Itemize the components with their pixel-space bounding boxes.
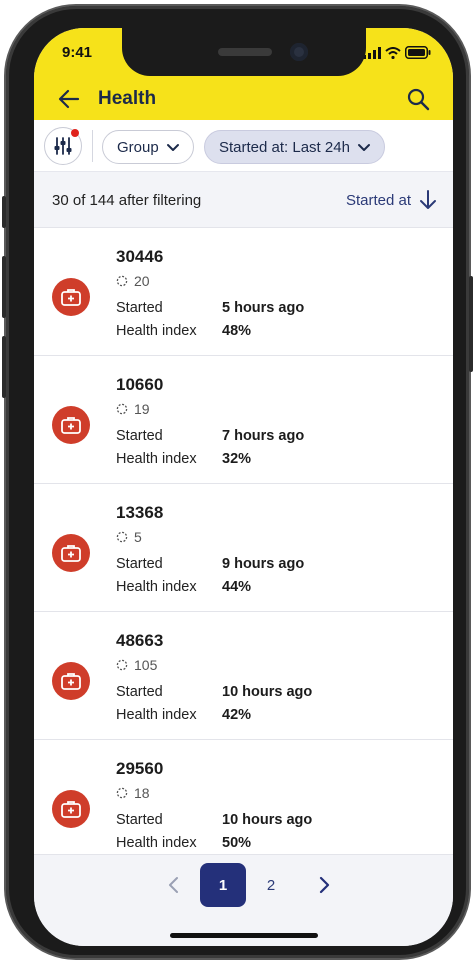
item-count-value: 20 xyxy=(134,273,150,289)
page-title: Health xyxy=(98,88,157,109)
health-list: 30446 20 Started 5 hours ago Health inde… xyxy=(34,228,453,854)
item-count-value: 19 xyxy=(134,401,150,417)
started-label: Started xyxy=(116,428,163,444)
mute-switch xyxy=(2,196,6,228)
item-count-value: 5 xyxy=(134,529,142,545)
started-label: Started xyxy=(116,300,163,316)
started-at-chip-label: Started at: Last 24h xyxy=(219,138,350,156)
battery-icon xyxy=(405,46,431,59)
started-value: 10 hours ago xyxy=(222,812,313,828)
health-index-label: Health index xyxy=(116,835,197,851)
health-index-label: Health index xyxy=(116,579,197,595)
chevron-right-icon[interactable] xyxy=(310,871,338,899)
item-id: 30446 xyxy=(116,247,164,266)
health-index-value: 44% xyxy=(222,579,252,595)
item-count: 19 xyxy=(116,401,150,417)
medical-kit-icon xyxy=(52,662,90,700)
chevron-down-icon xyxy=(166,144,179,151)
dotted-circle-icon xyxy=(116,659,128,671)
speaker xyxy=(218,48,272,56)
list-item[interactable]: 30446 20 Started 5 hours ago Health inde… xyxy=(34,228,453,356)
started-at-chip[interactable]: Started at: Last 24h xyxy=(204,130,385,164)
item-count: 5 xyxy=(116,529,142,545)
health-index-label: Health index xyxy=(116,323,197,339)
started-value: 7 hours ago xyxy=(222,428,305,444)
chevron-down-icon xyxy=(357,144,370,151)
group-chip[interactable]: Group xyxy=(102,130,194,164)
started-label: Started xyxy=(116,812,163,828)
list-item[interactable]: 13368 5 Started 9 hours ago Health index… xyxy=(34,484,453,612)
wifi-icon xyxy=(385,46,401,59)
item-id: 48663 xyxy=(116,631,164,650)
group-chip-label: Group xyxy=(117,138,159,156)
power-button xyxy=(469,276,473,372)
medical-kit-icon xyxy=(52,278,90,316)
volume-up-button xyxy=(2,256,6,318)
dotted-circle-icon xyxy=(116,275,128,287)
filter-settings-button[interactable] xyxy=(44,127,82,165)
list-item[interactable]: 29560 18 Started 10 hours ago Health ind… xyxy=(34,740,453,854)
health-index-value: 50% xyxy=(222,835,252,851)
status-time: 9:41 xyxy=(62,44,93,61)
phone-frame: 9:41 Health Group Started at: Last 24h 3… xyxy=(2,6,473,958)
status-icons xyxy=(363,46,431,59)
results-count: 30 of 144 after filtering xyxy=(52,192,202,209)
item-count: 105 xyxy=(116,657,157,673)
item-count-value: 105 xyxy=(134,657,158,673)
dotted-circle-icon xyxy=(116,787,128,799)
dotted-circle-icon xyxy=(116,531,128,543)
filter-divider xyxy=(92,130,93,162)
results-summary: 30 of 144 after filtering Started at xyxy=(34,172,453,228)
medical-kit-icon xyxy=(52,790,90,828)
camera xyxy=(290,43,308,61)
list-item[interactable]: 48663 105 Started 10 hours ago Health in… xyxy=(34,612,453,740)
started-value: 5 hours ago xyxy=(222,300,305,316)
health-index-value: 32% xyxy=(222,451,252,467)
active-filter-dot xyxy=(71,129,79,137)
screen: 9:41 Health Group Started at: Last 24h 3… xyxy=(34,28,453,946)
filter-bar: Group Started at: Last 24h xyxy=(34,120,453,172)
back-arrow-icon[interactable] xyxy=(56,86,82,112)
health-index-value: 42% xyxy=(222,707,252,723)
medical-kit-icon xyxy=(52,406,90,444)
item-count-value: 18 xyxy=(134,785,150,801)
sort-down-arrow-icon[interactable] xyxy=(417,188,439,212)
page-button-1[interactable]: 1 xyxy=(200,863,246,907)
health-index-value: 48% xyxy=(222,323,252,339)
chevron-left-icon[interactable] xyxy=(160,871,188,899)
notch xyxy=(122,28,366,76)
started-value: 10 hours ago xyxy=(222,684,313,700)
title-row: Health xyxy=(34,84,453,116)
volume-down-button xyxy=(2,336,6,398)
item-id: 29560 xyxy=(116,759,164,778)
sort-label[interactable]: Started at xyxy=(346,192,411,209)
health-index-label: Health index xyxy=(116,707,197,723)
item-id: 10660 xyxy=(116,375,164,394)
started-value: 9 hours ago xyxy=(222,556,305,572)
item-id: 13368 xyxy=(116,503,164,522)
pagination: 1 2 xyxy=(34,854,453,946)
page-button-2[interactable]: 2 xyxy=(248,863,294,907)
health-index-label: Health index xyxy=(116,451,197,467)
home-indicator xyxy=(170,933,318,938)
item-count: 18 xyxy=(116,785,150,801)
list-item[interactable]: 10660 19 Started 7 hours ago Health inde… xyxy=(34,356,453,484)
medical-kit-icon xyxy=(52,534,90,572)
started-label: Started xyxy=(116,684,163,700)
started-label: Started xyxy=(116,556,163,572)
search-icon[interactable] xyxy=(405,86,431,112)
item-count: 20 xyxy=(116,273,150,289)
dotted-circle-icon xyxy=(116,403,128,415)
